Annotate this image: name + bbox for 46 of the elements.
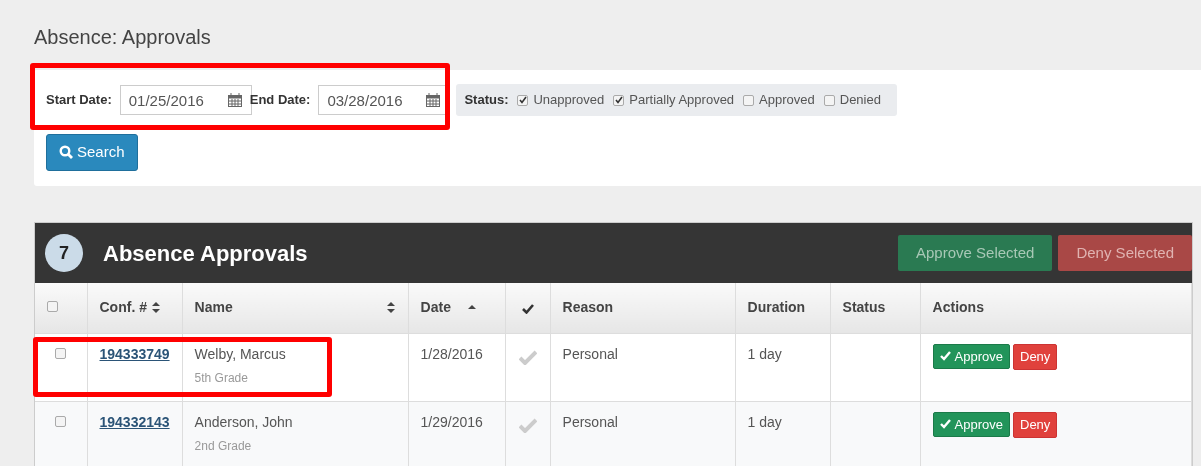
confirmation-link[interactable]: 194332143 (99, 413, 170, 430)
checkbox[interactable] (613, 94, 625, 106)
grade-label: 5th Grade (194, 369, 249, 387)
field-label: End Date: (249, 91, 311, 110)
page-title: Absence: Approvals (34, 25, 211, 50)
checkbox-label: Partially Approved (629, 91, 735, 110)
checkbox-label: Unapproved (533, 91, 605, 110)
check-icon (521, 303, 534, 315)
search-icon (59, 145, 73, 160)
check-icon (614, 96, 623, 104)
grade-label: 2nd Grade (194, 437, 253, 455)
student-name: Welby, Marcus (194, 345, 286, 362)
checkbox[interactable] (55, 415, 66, 427)
column-header: Actions (932, 298, 984, 318)
checkbox[interactable] (823, 94, 835, 106)
table-cell: 1 day (735, 401, 831, 466)
column-header: Conf. # (99, 298, 147, 318)
search-button[interactable]: Search (46, 134, 138, 171)
student-name: Anderson, John (194, 413, 293, 430)
approve-button[interactable]: Approve (932, 411, 1010, 437)
deny-button[interactable]: Deny (1013, 344, 1058, 370)
table-cell: 1/29/2016 (408, 401, 506, 466)
check-icon (939, 419, 951, 430)
checkbox-label: Denied (839, 91, 881, 110)
checkbox[interactable] (743, 94, 755, 106)
checkbox[interactable] (517, 94, 529, 106)
deny-selected-button[interactable]: Deny Selected (1058, 235, 1192, 271)
approve-button[interactable]: Approve (932, 343, 1010, 369)
check-icon (939, 351, 951, 362)
check-icon (519, 96, 527, 104)
table-cell: Personal (550, 401, 736, 466)
checkbox-label: Approved (759, 91, 815, 110)
deny-button[interactable]: Deny (1013, 412, 1058, 438)
column-header: Date (420, 298, 451, 318)
checkbox[interactable] (47, 301, 58, 313)
column-header: Name (194, 298, 233, 318)
confirmation-link[interactable]: 194333749 (99, 345, 170, 362)
status-label: Status: (464, 91, 509, 110)
count-badge: 7 (45, 234, 83, 272)
column-header: Reason (562, 298, 614, 318)
field-label: Start Date: (46, 91, 112, 110)
approve-selected-button[interactable]: Approve Selected (898, 235, 1053, 271)
column-header: Status (842, 298, 886, 318)
column-header: Duration (747, 298, 806, 318)
checkbox[interactable] (55, 347, 66, 359)
panel-title: Absence Approvals (103, 239, 308, 268)
